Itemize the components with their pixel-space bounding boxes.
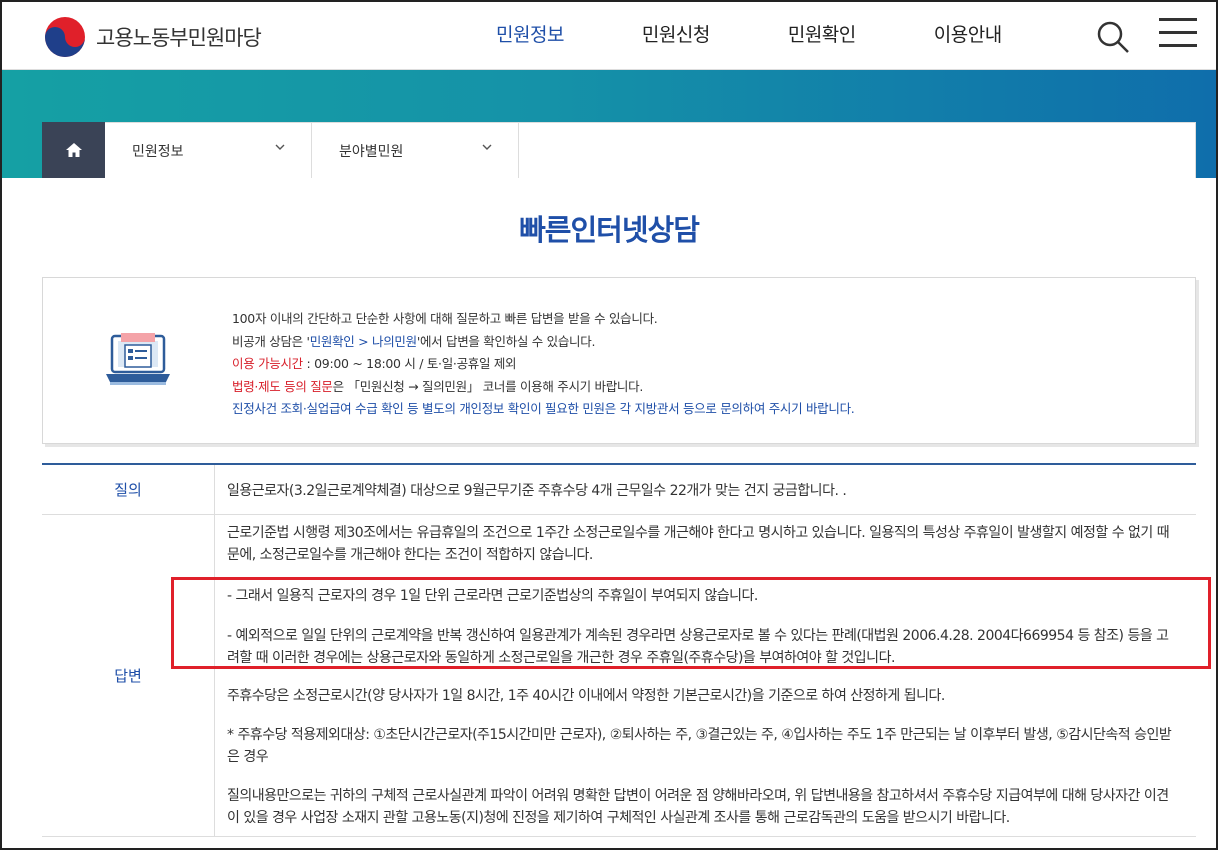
answer-row: 답변 근로기준법 시행령 제30조에서는 유급휴일의 조건으로 1주간 소정근로…: [42, 515, 1196, 837]
chevron-down-icon: [482, 144, 492, 150]
laptop-form-icon: [106, 333, 170, 385]
answer-label: 답변: [42, 515, 215, 836]
law-question-text: 은 「민원신청 → 질의민원」 코너를 이용해 주시기 바랍니다.: [332, 378, 644, 394]
info-line: 법령·제도 등의 질문은 「민원신청 → 질의민원」 코너를 이용해 주시기 바…: [232, 376, 854, 399]
breadcrumb-label: 분야별민원: [339, 143, 404, 160]
answer-paragraph: * 주휴수당 적용제외대상: ①초단시간근로자(주15시간미만 근로자), ②퇴…: [227, 727, 1172, 765]
info-line: 진정사건 조회·실업급여 수급 확인 등 별도의 개인정보 확인이 필요한 민원…: [232, 401, 855, 416]
breadcrumb-minwon-info[interactable]: 민원정보: [105, 123, 312, 178]
answer-paragraph: 주휴수당은 소정근로시간(양 당사자가 1일 8시간, 1주 40시간 이내에서…: [227, 688, 945, 704]
breadcrumb: 민원정보 분야별민원: [42, 122, 1196, 178]
info-line: 비공개 상담은 '민원확인 > 나의민원'에서 답변을 확인하실 수 있습니다.: [232, 331, 854, 354]
info-text: 100자 이내의 간단하고 단순한 사항에 대해 질문하고 빠른 답변을 받을 …: [232, 308, 855, 421]
answer-paragraph: 질의내용만으로는 귀하의 구체적 근로사실관계 파악이 어려워 명확한 답변이 …: [227, 788, 1169, 826]
nav-item-usage-guide[interactable]: 이용안내: [934, 20, 1002, 47]
info-box: 100자 이내의 간단하고 단순한 사항에 대해 질문하고 빠른 답변을 받을 …: [42, 277, 1196, 444]
page-title: 빠른인터넷상담: [519, 213, 700, 247]
breadcrumb-category-minwon[interactable]: 분야별민원: [312, 123, 519, 178]
taegeuk-logo-icon: [45, 17, 85, 57]
answer-paragraph: 근로기준법 시행령 제30조에서는 유급휴일의 조건으로 1주간 소정근로일수를…: [227, 525, 1170, 563]
info-line: 100자 이내의 간단하고 단순한 사항에 대해 질문하고 빠른 답변을 받을 …: [232, 311, 658, 326]
page-frame: 고용노동부민원마당 민원정보 민원신청 민원확인 이용안내 민원정보 분야별민원…: [0, 0, 1218, 850]
site-logo[interactable]: 고용노동부민원마당: [42, 14, 262, 60]
home-icon[interactable]: [42, 122, 105, 178]
nav-item-minwon-apply[interactable]: 민원신청: [642, 20, 710, 47]
chevron-down-icon: [275, 144, 285, 150]
hours-label: 이용 가능시간: [232, 356, 303, 371]
breadcrumb-label: 민원정보: [132, 143, 184, 160]
nav-item-minwon-check[interactable]: 민원확인: [788, 20, 856, 47]
question-label: 질의: [42, 465, 215, 514]
my-minwon-link[interactable]: 민원확인 > 나의민원: [310, 334, 417, 349]
main-nav: 민원정보 민원신청 민원확인 이용안내: [496, 20, 1080, 47]
info-line: 이용 가능시간 : 09:00 ~ 18:00 시 / 토·일·공휴일 제외: [232, 353, 854, 376]
site-header: 고용노동부민원마당 민원정보 민원신청 민원확인 이용안내: [2, 2, 1216, 70]
info-text-fragment: '에서 답변을 확인하실 수 있습니다.: [416, 333, 596, 349]
hamburger-menu-icon[interactable]: [1159, 18, 1197, 52]
answer-body: 근로기준법 시행령 제30조에서는 유급휴일의 조건으로 1주간 소정근로일수를…: [215, 515, 1196, 836]
question-row: 질의 일용근로자(3.2일근로계약체결) 대상으로 9월근무기준 주휴수당 4개…: [42, 465, 1196, 515]
hours-value: : 09:00 ~ 18:00 시 / 토·일·공휴일 제외: [302, 356, 517, 371]
nav-item-minwon-info[interactable]: 민원정보: [496, 20, 564, 47]
highlight-box: [171, 577, 1211, 669]
info-text-fragment: 비공개 상담은 ': [232, 333, 310, 349]
logo-text: 고용노동부민원마당: [96, 26, 262, 50]
question-text: 일용근로자(3.2일근로계약체결) 대상으로 9월근무기준 주휴수당 4개 근무…: [227, 482, 847, 499]
search-icon[interactable]: [1096, 20, 1130, 54]
law-question-label: 법령·제도 등의 질문: [232, 378, 333, 394]
